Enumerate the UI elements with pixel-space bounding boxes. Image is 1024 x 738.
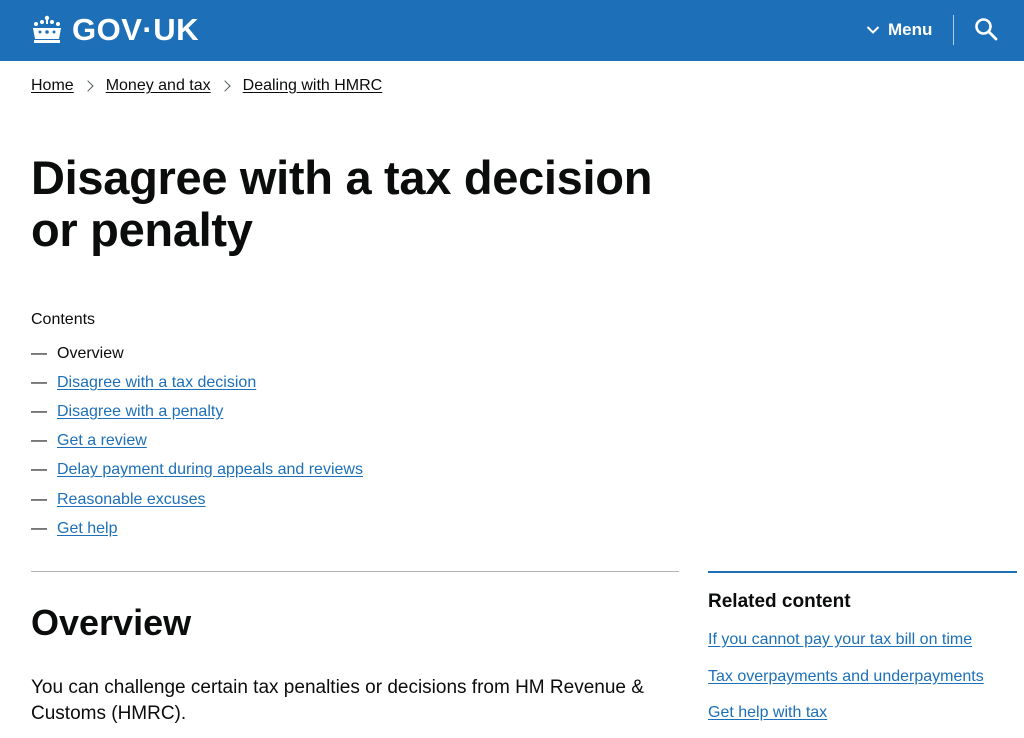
dash: — (31, 373, 47, 391)
breadcrumb-home[interactable]: Home (31, 77, 74, 95)
dash: — (31, 490, 47, 508)
dash: — (31, 432, 47, 450)
contents-link-reasonable-excuses[interactable]: Reasonable excuses (57, 491, 206, 509)
related-link-overpayments[interactable]: Tax overpayments and underpayments (708, 668, 984, 685)
contents-list: — Overview — Disagree with a tax decisio… (31, 339, 363, 543)
contents-item-get-review: — Get a review (31, 427, 363, 456)
contents-current-page: Overview (57, 344, 124, 362)
crown-icon (33, 15, 61, 43)
header-divider (953, 15, 954, 45)
contents-link-delay-payment[interactable]: Delay payment during appeals and reviews (57, 461, 363, 479)
contents-link-disagree-penalty[interactable]: Disagree with a penalty (57, 403, 223, 421)
contents-item-delay-payment: — Delay payment during appeals and revie… (31, 456, 363, 485)
breadcrumb-dealing-with-hmrc[interactable]: Dealing with HMRC (243, 77, 383, 95)
menu-button[interactable]: Menu (866, 19, 932, 41)
search-icon (975, 18, 998, 41)
breadcrumb: Home Money and tax Dealing with HMRC (31, 77, 382, 95)
contents-link-get-review[interactable]: Get a review (57, 432, 147, 450)
related-item: If you cannot pay your tax bill on time (708, 628, 984, 665)
menu-label: Menu (888, 20, 933, 39)
search-button[interactable] (974, 17, 998, 41)
contents-item-disagree-penalty: — Disagree with a penalty (31, 397, 363, 426)
chevron-right-icon (82, 80, 94, 92)
related-content-rule (708, 571, 1017, 573)
contents-link-get-help[interactable]: Get help (57, 520, 117, 538)
section-divider (31, 571, 679, 572)
related-content-heading: Related content (708, 591, 851, 612)
breadcrumb-money-and-tax[interactable]: Money and tax (106, 77, 211, 95)
page-title: Disagree with a tax decision or penalty (31, 151, 653, 256)
dash: — (31, 402, 47, 420)
dash: — (31, 344, 47, 362)
contents-item-reasonable-excuses: — Reasonable excuses (31, 485, 363, 514)
related-link-cannot-pay[interactable]: If you cannot pay your tax bill on time (708, 631, 972, 648)
related-content-list: If you cannot pay your tax bill on time … (708, 628, 984, 738)
govuk-logo-link[interactable]: GOV·UK (30, 13, 199, 47)
chevron-down-icon (866, 26, 880, 34)
site-header: GOV·UK Menu (0, 0, 1024, 61)
related-item: Tax overpayments and underpayments (708, 665, 984, 702)
contents-item-disagree-decision: — Disagree with a tax decision (31, 368, 363, 397)
chevron-right-icon (218, 80, 231, 92)
contents-item-get-help: — Get help (31, 514, 363, 543)
contents-link-disagree-decision[interactable]: Disagree with a tax decision (57, 374, 256, 392)
related-link-get-help-tax[interactable]: Get help with tax (708, 704, 827, 721)
logo-text: GOV·UK (72, 12, 199, 47)
contents-item-overview: — Overview (31, 339, 363, 368)
dash: — (31, 519, 47, 537)
contents-label: Contents (31, 311, 96, 328)
overview-intro: You can challenge certain tax penalties … (31, 677, 644, 724)
overview-heading: Overview (31, 602, 192, 643)
related-item: Get help with tax (708, 701, 984, 738)
dash: — (31, 461, 47, 479)
